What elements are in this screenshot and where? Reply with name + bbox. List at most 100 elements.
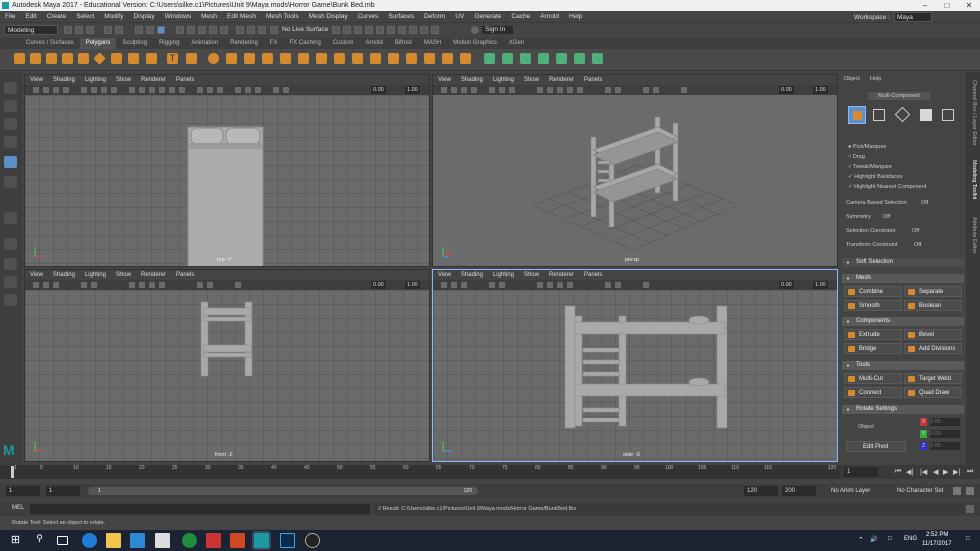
vp-menu-lighting[interactable]: Lighting	[493, 75, 514, 85]
chrome-icon[interactable]	[182, 533, 197, 548]
textured-icon[interactable]	[159, 87, 165, 93]
maximize-button[interactable]: □	[936, 0, 958, 11]
store-icon[interactable]	[130, 533, 145, 548]
poly-disc-icon[interactable]	[111, 53, 122, 64]
dof-icon[interactable]	[255, 87, 261, 93]
layout-uv-icon[interactable]	[592, 53, 603, 64]
panel-menu-help[interactable]: Help	[870, 76, 881, 82]
object-mode-icon[interactable]	[848, 106, 866, 124]
menu-uv[interactable]: UV	[450, 11, 469, 23]
select-object-icon[interactable]	[146, 26, 154, 34]
smooth-button[interactable]: Smooth	[844, 300, 902, 311]
cut-uv-icon[interactable]	[538, 53, 549, 64]
minimize-button[interactable]: –	[914, 0, 936, 11]
vp-menu-panels[interactable]: Panels	[584, 270, 602, 280]
play-back-icon[interactable]: ◀	[933, 468, 938, 476]
camera-attr-icon[interactable]	[451, 87, 457, 93]
command-input[interactable]	[30, 504, 370, 514]
isolate-select-icon[interactable]	[197, 87, 203, 93]
bevel-icon[interactable]	[298, 53, 309, 64]
target-weld-button[interactable]: Target Weld	[904, 373, 962, 384]
quad-draw-icon[interactable]	[460, 53, 471, 64]
option-highlight-nearest[interactable]: ✓ Highlight Nearest Component	[848, 184, 926, 190]
menu-edit-mesh[interactable]: Edit Mesh	[222, 11, 261, 23]
boolean-button[interactable]: Boolean	[904, 300, 962, 311]
network-icon[interactable]: □	[888, 536, 892, 542]
clock-date[interactable]: 11/17/2017	[922, 541, 952, 547]
poly-sphere-icon[interactable]	[14, 53, 25, 64]
poly-cube-icon[interactable]	[30, 53, 41, 64]
exposure-icon[interactable]	[681, 87, 687, 93]
vp-menu-view[interactable]: View	[30, 75, 43, 85]
tab-attribute-editor[interactable]: Attribute Editor	[971, 217, 977, 253]
rotate-settings-header[interactable]: Rotate Settings	[842, 405, 964, 414]
playback-end-field[interactable]: 120	[744, 486, 778, 496]
shelf-tab-fx-caching[interactable]: FX Caching	[283, 38, 326, 49]
extrude-icon[interactable]	[262, 53, 273, 64]
sew-uv-icon[interactable]	[556, 53, 567, 64]
shelf-tab-arnold[interactable]: Arnold	[360, 38, 389, 49]
lights-icon[interactable]	[169, 87, 175, 93]
film-gate-icon[interactable]	[91, 87, 97, 93]
command-language-label[interactable]: MEL	[12, 505, 24, 511]
shelf-tab-bifrost[interactable]: Bifrost	[389, 38, 418, 49]
edit-pivot-button[interactable]: Edit Pivot	[846, 441, 906, 452]
wireframe-on-shaded-icon[interactable]	[557, 87, 563, 93]
language-label[interactable]: ENG	[904, 536, 917, 542]
app-icon[interactable]	[206, 533, 221, 548]
volume-icon[interactable]: 🔊	[870, 536, 877, 543]
notifications-icon[interactable]: □	[966, 536, 970, 542]
poly-torus-icon[interactable]	[78, 53, 89, 64]
exposure-field[interactable]: 0.00	[371, 281, 386, 289]
shelf-tab-xgen[interactable]: XGen	[503, 38, 530, 49]
image-plane-icon[interactable]	[63, 87, 69, 93]
shelf-tab-polygons[interactable]: Polygons	[79, 38, 117, 49]
arnold-view-icon[interactable]	[420, 26, 428, 34]
camera-attr-icon[interactable]	[43, 282, 49, 288]
shelf-tab-custom[interactable]: Custom	[327, 38, 360, 49]
multi-cut-button[interactable]: Multi-Cut	[844, 373, 902, 384]
camera-icon[interactable]	[33, 282, 39, 288]
film-gate-icon[interactable]	[499, 87, 505, 93]
rotate-tool-icon[interactable]	[4, 156, 17, 168]
unfold-uv-icon[interactable]	[574, 53, 585, 64]
soft-selection-header[interactable]: Soft Selection	[842, 258, 964, 267]
paint-select-tool-icon[interactable]	[4, 118, 17, 130]
last-tool-icon[interactable]	[4, 212, 17, 224]
edge-mode-icon[interactable]	[894, 106, 911, 123]
render-settings-icon[interactable]	[332, 26, 340, 34]
render-view-icon[interactable]	[354, 26, 362, 34]
vp-menu-panels[interactable]: Panels	[176, 270, 194, 280]
smooth-icon[interactable]	[244, 53, 255, 64]
wireframe-on-shaded-icon[interactable]	[149, 87, 155, 93]
bookmark-icon[interactable]	[461, 87, 467, 93]
textured-icon[interactable]	[567, 282, 573, 288]
poly-cylinder-icon[interactable]	[46, 53, 57, 64]
vp-menu-shading[interactable]: Shading	[461, 75, 483, 85]
vp-menu-show[interactable]: Show	[524, 270, 539, 280]
shelf-tab-sculpting[interactable]: Sculpting	[116, 38, 153, 49]
film-gate-icon[interactable]	[91, 282, 97, 288]
exposure-icon[interactable]	[273, 87, 279, 93]
poly-plane-icon[interactable]	[93, 52, 106, 65]
live-surface-label[interactable]: No Live Surface	[282, 26, 328, 34]
resolution-gate-icon[interactable]	[101, 87, 107, 93]
isolate-select-icon[interactable]	[605, 87, 611, 93]
menu-windows[interactable]: Windows	[160, 11, 196, 23]
single-view-layout-icon[interactable]	[4, 238, 17, 250]
viewport-persp[interactable]: View Shading Lighting Show Renderer Pane…	[432, 74, 838, 267]
vp-menu-renderer[interactable]: Renderer	[549, 75, 574, 85]
menu-display[interactable]: Display	[128, 11, 159, 23]
open-scene-icon[interactable]	[75, 26, 83, 34]
vp-menu-show[interactable]: Show	[524, 75, 539, 85]
separate-button[interactable]: Separate	[904, 286, 962, 297]
grid-toggle-icon[interactable]	[489, 87, 495, 93]
menu-edit[interactable]: Edit	[20, 11, 41, 23]
vp-menu-renderer[interactable]: Renderer	[141, 270, 166, 280]
camera-icon[interactable]	[33, 87, 39, 93]
go-to-start-icon[interactable]: ⏮	[895, 468, 901, 476]
vp-menu-renderer[interactable]: Renderer	[549, 270, 574, 280]
smooth-shade-icon[interactable]	[547, 282, 553, 288]
planar-uv-icon[interactable]	[484, 53, 495, 64]
wireframe-on-shaded-icon[interactable]	[557, 282, 563, 288]
